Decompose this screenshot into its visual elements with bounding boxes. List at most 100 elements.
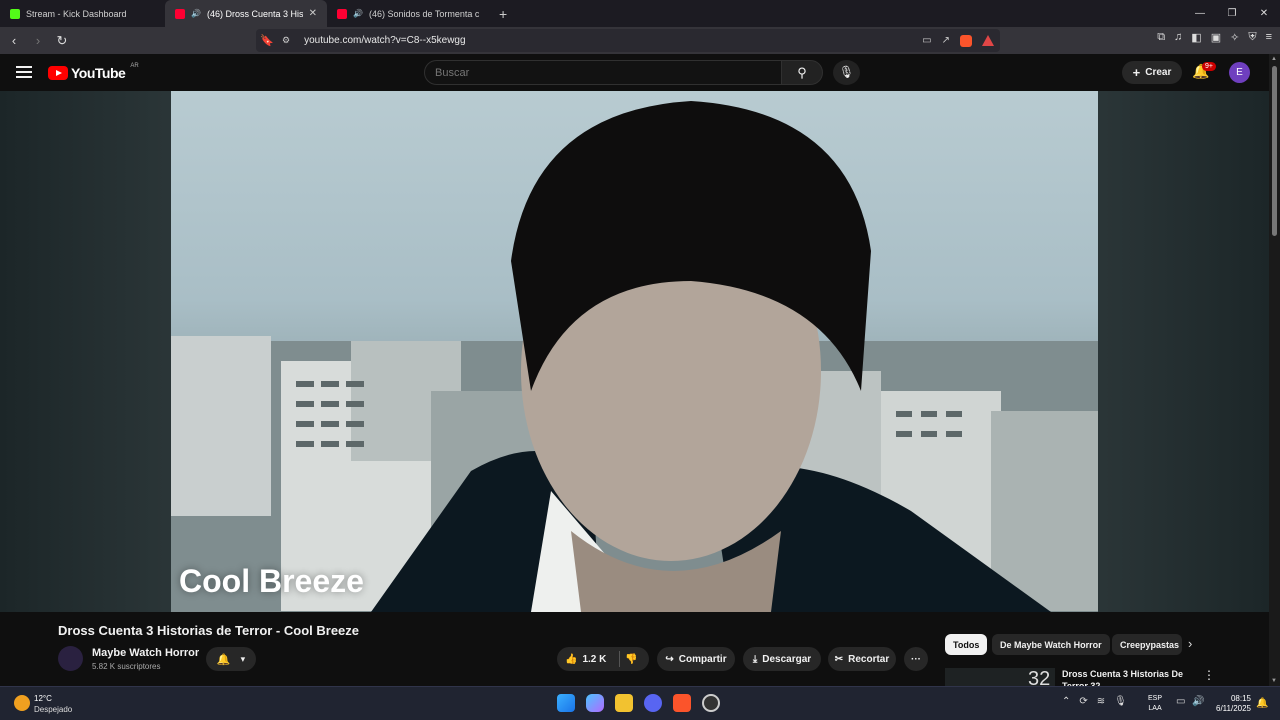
bell-icon: 🔔: [216, 653, 231, 666]
url-actions: ▭ ↗: [922, 34, 994, 47]
show-hidden-icons-icon[interactable]: ⌃: [1062, 696, 1070, 707]
channel-avatar[interactable]: [58, 646, 83, 671]
youtube-icon: [337, 8, 347, 19]
close-tab-icon[interactable]: ✕: [309, 8, 317, 19]
more-actions-button[interactable]: ···: [904, 647, 928, 671]
clock[interactable]: 08:15 6/11/2025: [1211, 694, 1251, 714]
taskbar-apps: [557, 694, 720, 712]
reload-icon[interactable]: ↻: [52, 33, 72, 49]
search-button[interactable]: ⚲: [781, 60, 823, 85]
page-scrollbar[interactable]: ▲ ▼: [1269, 54, 1280, 686]
cast-icon[interactable]: ▭: [922, 35, 931, 46]
share-button[interactable]: ↪ Compartir: [657, 647, 735, 671]
youtube-play-icon: [48, 66, 68, 80]
network-icon[interactable]: ≋: [1097, 696, 1105, 707]
vpn-icon[interactable]: ⛨: [1248, 31, 1256, 44]
scroll-down-icon[interactable]: ▼: [1271, 678, 1277, 684]
weather-temperature[interactable]: 12°C: [34, 694, 52, 703]
sidebar-icon[interactable]: ◧: [1191, 31, 1201, 44]
chip-all[interactable]: Todos: [945, 634, 988, 655]
media-icon[interactable]: ♫: [1174, 31, 1182, 44]
input-language[interactable]: ESP LAA: [1148, 694, 1162, 714]
bookmark-icon[interactable]: 🔖: [258, 34, 276, 47]
url-text[interactable]: youtube.com/watch?v=C8--x5kewgg: [304, 35, 465, 46]
clip-button[interactable]: ✂ Recortar: [828, 647, 896, 671]
obs-icon[interactable]: [702, 694, 720, 712]
weather-description[interactable]: Despejado: [34, 705, 72, 714]
tab-storm-sounds[interactable]: 🔊 (46) Sonidos de Tormenta con Ar: [327, 0, 489, 27]
display-icon[interactable]: ▭: [1176, 696, 1185, 707]
brave-browser-icon[interactable]: [673, 694, 691, 712]
video-title: Dross Cuenta 3 Historias de Terror - Coo…: [58, 623, 360, 638]
discord-icon[interactable]: [644, 694, 662, 712]
sync-icon[interactable]: ⟳: [1079, 696, 1087, 707]
notification-center-icon[interactable]: 🔔: [1256, 698, 1268, 709]
subscription-button[interactable]: 🔔 ▾: [206, 647, 256, 671]
like-count: 1.2 K: [582, 653, 607, 665]
share-icon[interactable]: ↗: [942, 35, 950, 46]
download-label: Descargar: [762, 653, 812, 665]
scrollbar-thumb[interactable]: [1272, 66, 1277, 236]
forward-icon[interactable]: ›: [28, 33, 48, 48]
chip-from-channel[interactable]: De Maybe Watch Horror: [992, 634, 1110, 655]
create-button[interactable]: + Crear: [1122, 61, 1182, 84]
brave-shields-icon[interactable]: [960, 34, 972, 47]
scroll-up-icon[interactable]: ▲: [1271, 56, 1277, 62]
window-controls: — ❐ ✕: [1184, 0, 1280, 27]
weather-icon[interactable]: [14, 695, 30, 711]
thumbs-down-icon: 👎: [625, 653, 638, 665]
microphone-icon[interactable]: 🎙: [1114, 696, 1127, 707]
new-tab-button[interactable]: +: [489, 6, 517, 22]
site-info-icon[interactable]: ⚙: [282, 35, 290, 46]
hamburger-menu-icon[interactable]: [16, 66, 32, 81]
dislike-button[interactable]: 👎: [625, 654, 637, 665]
address-bar-row: ‹ › ↻ 🔖 ⚙ youtube.com/watch?v=C8--x5kewg…: [0, 27, 1280, 54]
audio-icon[interactable]: 🔊: [191, 9, 201, 18]
related-more-icon[interactable]: ⋮: [1203, 668, 1215, 682]
search-icon: ⚲: [797, 65, 807, 80]
brave-rewards-icon[interactable]: [982, 35, 994, 46]
copilot-icon[interactable]: [586, 694, 604, 712]
close-window-button[interactable]: ✕: [1248, 0, 1280, 27]
like-dislike-group: 👍 1.2 K 👎: [557, 647, 649, 671]
video-frame-illustration: [171, 101, 1098, 612]
volume-icon[interactable]: 🔊: [1192, 696, 1204, 707]
file-explorer-icon[interactable]: [615, 694, 633, 712]
chevron-down-icon: ▾: [240, 653, 246, 664]
chevron-right-icon[interactable]: ›: [1188, 636, 1192, 651]
minimize-button[interactable]: —: [1184, 0, 1216, 27]
notifications-badge: 9+: [1202, 62, 1216, 71]
browser-tab-bar: Stream - Kick Dashboard 🔊 (46) Dross Cue…: [0, 0, 1280, 27]
keyboard-layout: LAA: [1148, 705, 1162, 712]
scissors-icon: ✂: [834, 653, 844, 665]
tab-dross-video[interactable]: 🔊 (46) Dross Cuenta 3 Historias ✕: [165, 0, 327, 27]
like-button[interactable]: 👍 1.2 K: [565, 654, 606, 665]
clip-label: Recortar: [848, 653, 890, 665]
youtube-logo[interactable]: YouTube AR: [48, 63, 139, 81]
maximize-button[interactable]: ❐: [1216, 0, 1248, 27]
tab-label: Stream - Kick Dashboard: [26, 8, 127, 19]
share-label: Compartir: [678, 653, 727, 665]
tab-kick-dashboard[interactable]: Stream - Kick Dashboard: [0, 0, 165, 27]
leo-icon[interactable]: ✧: [1230, 31, 1239, 44]
audio-icon[interactable]: 🔊: [353, 9, 363, 18]
back-icon[interactable]: ‹: [4, 33, 24, 48]
video-player[interactable]: [171, 91, 1098, 612]
search-input[interactable]: [425, 61, 781, 84]
clock-time: 08:15: [1230, 694, 1251, 703]
more-icon: ···: [911, 653, 921, 665]
menu-icon[interactable]: ≡: [1266, 31, 1272, 44]
start-windows-icon[interactable]: [557, 694, 575, 712]
channel-name[interactable]: Maybe Watch Horror: [92, 647, 199, 659]
wallet-icon[interactable]: ▣: [1211, 31, 1221, 44]
youtube-wordmark: YouTube: [71, 65, 126, 81]
tab-label: (46) Dross Cuenta 3 Historias: [206, 8, 303, 19]
download-button[interactable]: ⤓ Descargar: [743, 647, 821, 671]
account-avatar[interactable]: E: [1229, 62, 1250, 83]
browser-toolbar: ⧉ ♫ ◧ ▣ ✧ ⛨ ≡: [1157, 31, 1272, 44]
url-field[interactable]: 🔖 ⚙ youtube.com/watch?v=C8--x5kewgg ▭ ↗: [256, 29, 1000, 52]
voice-search-button[interactable]: 🎙: [833, 60, 860, 85]
share-icon: ↪: [665, 653, 674, 665]
screenshot-icon[interactable]: ⧉: [1157, 31, 1165, 44]
chip-creepypastas[interactable]: Creepypastas: [1112, 634, 1182, 655]
